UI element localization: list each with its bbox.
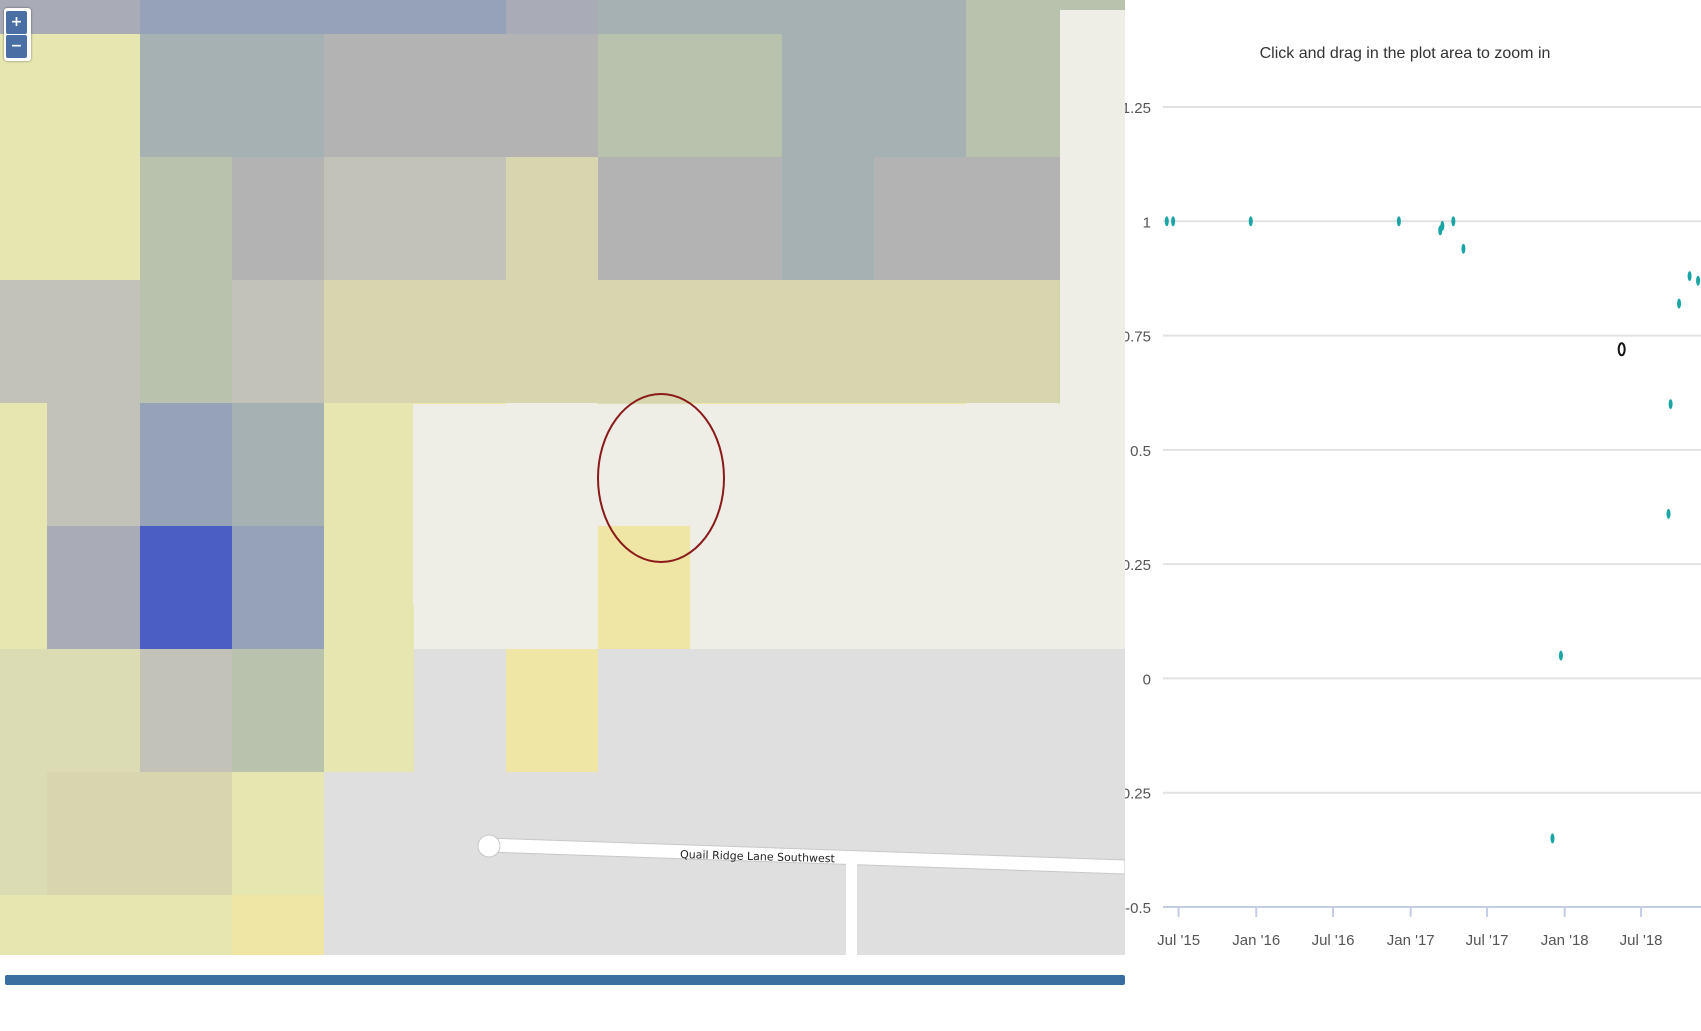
y-tick-label: -0.25 bbox=[1125, 786, 1151, 803]
data-point[interactable] bbox=[1440, 220, 1445, 231]
data-point[interactable] bbox=[1248, 216, 1253, 227]
data-point[interactable] bbox=[1666, 508, 1671, 519]
data-point[interactable] bbox=[1677, 298, 1682, 309]
x-tick-label: Jul '17 bbox=[1466, 932, 1509, 949]
y-tick-label: 1.25 bbox=[1125, 100, 1151, 117]
y-tick-label: 0.5 bbox=[1130, 443, 1151, 460]
map-panel[interactable]: Quail Ridge Lane Southwest + − bbox=[0, 0, 1125, 955]
timeseries-chart[interactable]: Click and drag in the plot area to zoom … bbox=[1125, 0, 1701, 1000]
data-point[interactable] bbox=[1461, 243, 1466, 254]
data-point[interactable] bbox=[1550, 833, 1555, 844]
x-tick-label: Jul '16 bbox=[1312, 932, 1355, 949]
x-axis-labels: Jul '15 Jan '16 Jul '16 Jan '17 Jul '17 Jan '… bbox=[1157, 907, 1663, 949]
chart-grid bbox=[1163, 106, 1701, 908]
zoom-out-button[interactable]: − bbox=[6, 35, 27, 58]
data-point[interactable] bbox=[1696, 275, 1701, 286]
data-point[interactable] bbox=[1668, 399, 1673, 410]
chart-title: Click and drag in the plot area to zoom … bbox=[1260, 45, 1551, 62]
data-point[interactable] bbox=[1164, 216, 1169, 227]
x-tick-label: Jan '16 bbox=[1232, 932, 1280, 949]
x-tick-label: Jul '15 bbox=[1157, 932, 1200, 949]
y-tick-label: -0.5 bbox=[1125, 900, 1151, 917]
x-tick-label: Jul '18 bbox=[1620, 932, 1663, 949]
zoom-in-button[interactable]: + bbox=[6, 11, 27, 34]
x-tick-label: Jan '18 bbox=[1541, 932, 1589, 949]
data-point-selected[interactable] bbox=[1617, 342, 1626, 357]
map-selection-layer bbox=[597, 393, 725, 563]
x-tick-label: Jan '17 bbox=[1387, 932, 1435, 949]
data-point[interactable] bbox=[1396, 216, 1401, 227]
y-tick-label: 0.25 bbox=[1125, 557, 1151, 574]
y-tick-label: 0.75 bbox=[1125, 329, 1151, 346]
y-tick-label: 1 bbox=[1143, 214, 1151, 231]
selected-pixel-circle[interactable] bbox=[597, 393, 725, 563]
data-point[interactable] bbox=[1558, 650, 1563, 661]
data-point[interactable] bbox=[1171, 216, 1176, 227]
y-axis-labels: 1.25 1 0.75 0.5 0.25 0 -0.25 -0.5 bbox=[1125, 100, 1151, 917]
data-points bbox=[1164, 216, 1701, 844]
data-point[interactable] bbox=[1451, 216, 1456, 227]
y-tick-label: 0 bbox=[1143, 671, 1151, 688]
data-point[interactable] bbox=[1687, 271, 1692, 282]
progress-bar bbox=[5, 975, 1125, 985]
zoom-control: + − bbox=[4, 8, 31, 61]
